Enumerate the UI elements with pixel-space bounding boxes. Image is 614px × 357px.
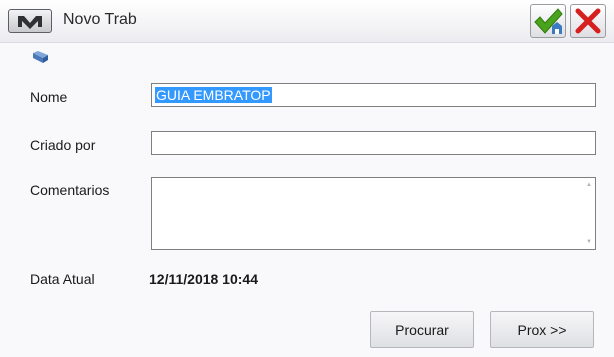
criado-por-label: Criado por (30, 137, 96, 153)
red-x-icon (575, 8, 601, 34)
data-atual-label: Data Atual (30, 271, 95, 287)
nome-field[interactable]: GUIA EMBRATOP (151, 83, 596, 107)
folder-icon (33, 51, 48, 63)
confirm-button[interactable] (530, 4, 566, 38)
nome-value: GUIA EMBRATOP (155, 87, 272, 103)
m-logo-icon (18, 16, 42, 29)
data-atual-value: 12/11/2018 10:44 (149, 271, 258, 287)
comentarios-label: Comentarios (30, 182, 110, 198)
title-bar: Novo Trab (0, 0, 614, 43)
window-title: Novo Trab (63, 11, 137, 28)
procurar-button[interactable]: Procurar (370, 311, 474, 348)
checkmark-icon (534, 8, 563, 34)
scroll-down-icon[interactable]: ▼ (586, 239, 592, 245)
nome-label: Nome (30, 89, 68, 105)
criado-por-field[interactable] (151, 131, 596, 155)
prox-button-label: Prox >> (517, 321, 567, 338)
prox-button[interactable]: Prox >> (490, 311, 594, 348)
comentarios-field[interactable]: ▲ ▼ (151, 177, 596, 250)
scroll-up-icon[interactable]: ▲ (586, 182, 592, 188)
close-button[interactable] (570, 4, 606, 38)
menu-button[interactable] (8, 9, 52, 33)
procurar-button-label: Procurar (395, 321, 449, 338)
